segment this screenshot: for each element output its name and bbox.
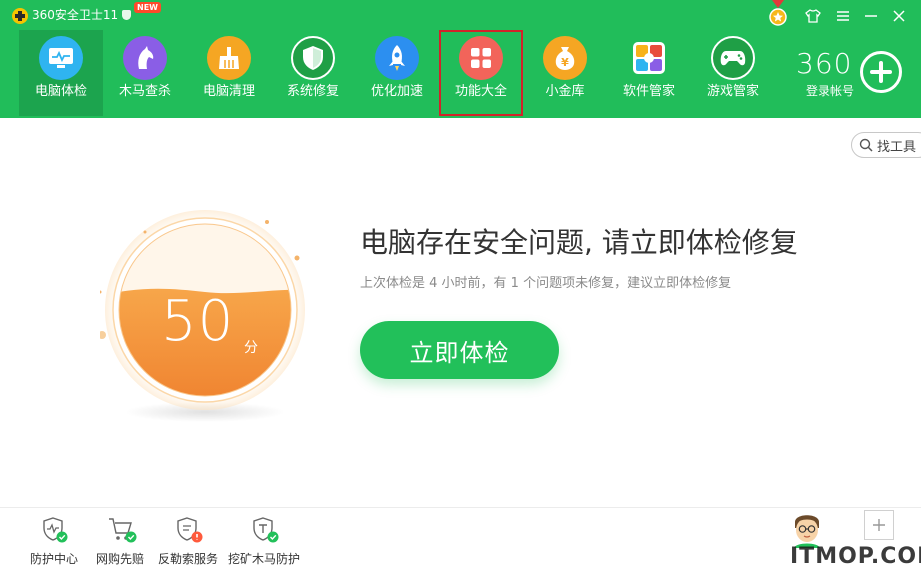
svg-text:¥: ¥ (561, 56, 569, 69)
plus-icon (870, 61, 892, 83)
footer-label: 防护中心 (29, 552, 78, 566)
status-subline: 上次体检是 4 小时前，有 1 个问题项未修复，建议立即体检修复 (360, 276, 732, 291)
minimize-icon[interactable] (860, 6, 882, 26)
shopping-cart-icon (109, 518, 137, 543)
nav-label: 功能大全 (454, 84, 507, 99)
search-icon (859, 138, 873, 152)
nav-item-trojan-scan[interactable]: 木马查杀 (103, 30, 187, 116)
nav-label: 电脑体检 (34, 84, 87, 99)
footer-label: 反勒索服务 (157, 552, 218, 566)
main-nav: 电脑体检 木马查杀 电脑清理 系统修复 优化加速 功能大全 ¥ 小金库 软件管家… (19, 30, 775, 118)
app-logo-icon (12, 8, 28, 24)
nav-label: 电脑清理 (202, 84, 255, 99)
footer-anti-ransomware[interactable]: 反勒索服务 (152, 516, 224, 576)
nav-item-pc-cleanup[interactable]: 电脑清理 (187, 30, 271, 116)
nav-label: 木马查杀 (118, 84, 171, 99)
add-account-button[interactable] (860, 51, 902, 93)
shield-icon (291, 36, 335, 80)
app-store-icon (627, 36, 671, 80)
footer-label: 网购先赔 (95, 552, 144, 566)
title-bar: 360安全卫士11 NEW (0, 0, 921, 30)
rocket-icon (375, 36, 419, 80)
find-tool-label: 找工具 (877, 139, 917, 155)
nav-label: 游戏管家 (706, 84, 759, 99)
footer-divider (0, 507, 921, 508)
start-checkup-button[interactable]: 立即体检 (360, 321, 559, 379)
footer-mining-protection[interactable]: 挖矿木马防护 (228, 516, 300, 576)
nav-item-system-repair[interactable]: 系统修复 (271, 30, 355, 116)
account-360-logo[interactable]: 360 (796, 50, 852, 78)
coin-bag-icon: ¥ (543, 36, 587, 80)
close-icon[interactable] (888, 6, 910, 26)
nav-label: 优化加速 (370, 84, 423, 99)
plus-icon (873, 519, 885, 531)
gamepad-icon (711, 36, 755, 80)
menu-icon[interactable] (832, 6, 854, 26)
app-title: 360安全卫士11 (32, 8, 119, 22)
score-value: 50 (161, 289, 235, 354)
new-badge: NEW (134, 2, 161, 13)
top-header: 360安全卫士11 NEW 电脑体检 木马查杀 电脑清理 系统修复 优化加速 功… (0, 0, 921, 118)
score-unit: 分 (244, 340, 258, 356)
shield-pulse-icon (43, 517, 68, 543)
footer-shopping-guarantee[interactable]: 网购先赔 (84, 516, 156, 576)
add-widget-button[interactable] (864, 510, 894, 540)
horse-icon (123, 36, 167, 80)
nav-label: 软件管家 (622, 84, 675, 99)
nav-item-vault[interactable]: ¥ 小金库 (523, 30, 607, 116)
nav-label: 小金库 (545, 84, 585, 99)
monitor-pulse-icon (39, 36, 83, 80)
footer-label: 挖矿木马防护 (228, 552, 301, 566)
nav-label: 系统修复 (286, 84, 339, 99)
status-headline: 电脑存在安全问题, 请立即体检修复 (360, 226, 798, 259)
nav-item-pc-checkup[interactable]: 电脑体检 (19, 30, 103, 116)
skin-shirt-icon[interactable] (802, 6, 824, 26)
mining-shield-icon (253, 517, 279, 543)
broom-icon (207, 36, 251, 80)
find-tool-button[interactable]: 找工具 (851, 132, 921, 158)
nav-item-optimize[interactable]: 优化加速 (355, 30, 439, 116)
nav-item-all-features[interactable]: 功能大全 (439, 30, 523, 116)
login-account-link[interactable]: 登录帐号 (806, 82, 854, 99)
version-shield-icon (122, 10, 131, 20)
ransomware-shield-icon (177, 517, 203, 543)
grid-icon (459, 36, 503, 80)
medal-icon[interactable] (768, 0, 788, 28)
assistant-avatar-icon[interactable] (790, 508, 824, 548)
footer-protection-center[interactable]: 防护中心 (18, 516, 90, 576)
nav-item-software-manager[interactable]: 软件管家 (607, 30, 691, 116)
nav-item-game-manager[interactable]: 游戏管家 (691, 30, 775, 116)
watermark: ITMOP.COM (790, 544, 921, 569)
